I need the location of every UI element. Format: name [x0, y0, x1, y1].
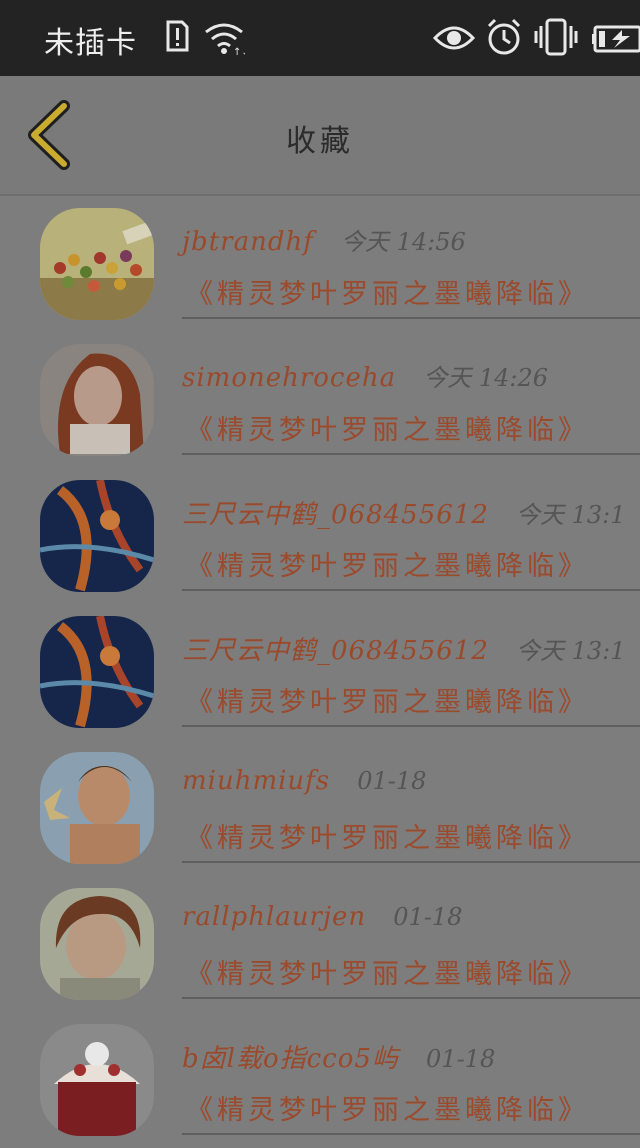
wifi-icon: ↑↓: [205, 23, 245, 56]
favorites-list: jbtrandhf 今天 14:56 《精灵梦叶罗丽之墨曦降临》 simoneh…: [0, 196, 640, 1148]
timestamp: 今天 13:1: [515, 637, 626, 665]
svg-text:↑↓: ↑↓: [233, 47, 245, 56]
alarm-icon: [487, 18, 521, 55]
timestamp: 01-18: [393, 903, 463, 931]
battery-charging-icon: [592, 25, 640, 53]
username: rallphlaurjen: [182, 902, 367, 932]
divider: [182, 997, 640, 999]
username: jbtrandhf: [182, 227, 314, 257]
avatar: [40, 1024, 154, 1136]
page-title: 收藏: [286, 124, 354, 159]
username: miuhmiufs: [182, 766, 331, 796]
status-bar: 未插卡 ↑↓: [0, 0, 640, 76]
vibrate-icon: [534, 18, 578, 56]
timestamp: 今天 14:56: [340, 228, 466, 256]
avatar: [40, 208, 154, 320]
item-title: 《精灵梦叶罗丽之墨曦降临》: [186, 279, 589, 310]
divider: [182, 317, 640, 319]
item-title: 《精灵梦叶罗丽之墨曦降临》: [186, 1095, 589, 1126]
timestamp: 01-18: [357, 767, 427, 795]
item-title: 《精灵梦叶罗丽之墨曦降临》: [186, 687, 589, 718]
divider: [182, 725, 640, 727]
divider: [182, 453, 640, 455]
list-item[interactable]: 三尺云中鹤_068455612 今天 13:1 《精灵梦叶罗丽之墨曦降临》: [0, 468, 640, 604]
list-item[interactable]: miuhmiufs 01-18 《精灵梦叶罗丽之墨曦降临》: [0, 740, 640, 876]
header: 收藏: [0, 76, 640, 196]
username: 三尺云中鹤_068455612: [182, 500, 489, 530]
list-item[interactable]: 三尺云中鹤_068455612 今天 13:1 《精灵梦叶罗丽之墨曦降临》: [0, 604, 640, 740]
username: b卤l载o指cco5屿: [182, 1044, 399, 1074]
avatar: [40, 888, 154, 1000]
username: 三尺云中鹤_068455612: [182, 636, 489, 666]
avatar: [40, 480, 154, 592]
avatar: [40, 616, 154, 728]
list-item[interactable]: jbtrandhf 今天 14:56 《精灵梦叶罗丽之墨曦降临》: [0, 196, 640, 332]
item-title: 《精灵梦叶罗丽之墨曦降临》: [186, 823, 589, 854]
timestamp: 今天 13:1: [515, 501, 626, 529]
divider: [182, 861, 640, 863]
carrier-label: 未插卡: [44, 26, 137, 61]
sim-alert-icon: [166, 20, 189, 52]
item-title: 《精灵梦叶罗丽之墨曦降临》: [186, 551, 589, 582]
avatar: [40, 752, 154, 864]
divider: [182, 1133, 640, 1135]
item-title: 《精灵梦叶罗丽之墨曦降临》: [186, 415, 589, 446]
list-item[interactable]: rallphlaurjen 01-18 《精灵梦叶罗丽之墨曦降临》: [0, 876, 640, 1012]
username: simonehroceha: [182, 363, 397, 393]
list-item[interactable]: b卤l载o指cco5屿 01-18 《精灵梦叶罗丽之墨曦降临》: [0, 1012, 640, 1148]
avatar: [40, 344, 154, 456]
eye-icon: [433, 26, 475, 50]
divider: [182, 589, 640, 591]
list-item[interactable]: simonehroceha 今天 14:26 《精灵梦叶罗丽之墨曦降临》: [0, 332, 640, 468]
item-title: 《精灵梦叶罗丽之墨曦降临》: [186, 959, 589, 990]
timestamp: 01-18: [426, 1045, 496, 1073]
timestamp: 今天 14:26: [423, 364, 549, 392]
